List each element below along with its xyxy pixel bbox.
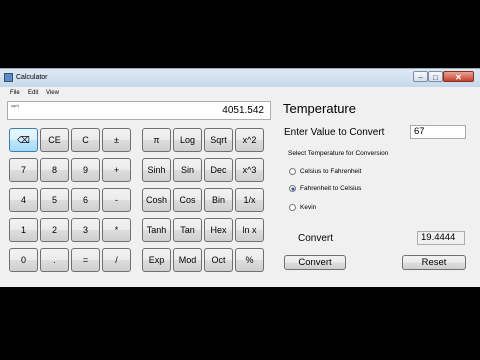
key-sqrt-button[interactable]: Sqrt bbox=[204, 128, 233, 152]
menu-edit[interactable]: Edit bbox=[28, 90, 38, 96]
option-kevin-label: Kevin bbox=[300, 204, 317, 211]
key-4-button[interactable]: 4 bbox=[9, 188, 38, 212]
key-natural-log-button[interactable]: ln x bbox=[235, 218, 264, 242]
key-cube-button[interactable]: x^3 bbox=[235, 158, 264, 182]
key-log-button[interactable]: Log bbox=[173, 128, 202, 152]
menu-view[interactable]: View bbox=[46, 90, 59, 96]
maximize-icon: □ bbox=[433, 73, 438, 82]
select-temperature-label: Select Temperature for Conversion bbox=[288, 150, 389, 157]
key-0-button[interactable]: 0 bbox=[9, 248, 38, 272]
calculator-window: Calculator – □ ✕ File Edit View sqrt( 40… bbox=[0, 68, 480, 287]
reset-button[interactable]: Reset bbox=[402, 255, 466, 270]
key-pi-button[interactable]: π bbox=[142, 128, 171, 152]
value-input[interactable]: 67 bbox=[410, 125, 466, 139]
close-button[interactable]: ✕ bbox=[443, 71, 474, 82]
key-exp-button[interactable]: Exp bbox=[142, 248, 171, 272]
menu-file[interactable]: File bbox=[10, 90, 20, 96]
key-1-button[interactable]: 1 bbox=[9, 218, 38, 242]
key-oct-button[interactable]: Oct bbox=[204, 248, 233, 272]
close-icon: ✕ bbox=[455, 73, 462, 82]
key-7-button[interactable]: 7 bbox=[9, 158, 38, 182]
key-backspace-button[interactable]: ⌫ bbox=[9, 128, 38, 152]
key-equals-button[interactable]: = bbox=[71, 248, 100, 272]
key-divide-button[interactable]: / bbox=[102, 248, 131, 272]
enter-value-label: Enter Value to Convert bbox=[284, 127, 385, 138]
key-hex-button[interactable]: Hex bbox=[204, 218, 233, 242]
key-8-button[interactable]: 8 bbox=[40, 158, 69, 182]
key-clear-entry-button[interactable]: CE bbox=[40, 128, 69, 152]
result-text: 4051.542 bbox=[222, 105, 264, 116]
key-cos-button[interactable]: Cos bbox=[173, 188, 202, 212]
key-tan-button[interactable]: Tan bbox=[173, 218, 202, 242]
minimize-button[interactable]: – bbox=[413, 71, 428, 82]
key-plus-minus-button[interactable]: ± bbox=[102, 128, 131, 152]
convert-button[interactable]: Convert bbox=[284, 255, 346, 270]
option-fahrenheit-to-celsius-label: Fahrenheit to Celsius bbox=[300, 185, 362, 192]
radio-kevin[interactable] bbox=[289, 204, 296, 211]
key-plus-button[interactable]: + bbox=[102, 158, 131, 182]
key-square-button[interactable]: x^2 bbox=[235, 128, 264, 152]
key-multiply-button[interactable]: * bbox=[102, 218, 131, 242]
key-bin-button[interactable]: Bin bbox=[204, 188, 233, 212]
calculator-app-icon bbox=[4, 73, 13, 82]
key-5-button[interactable]: 5 bbox=[40, 188, 69, 212]
key-3-button[interactable]: 3 bbox=[71, 218, 100, 242]
radio-celsius-to-fahrenheit[interactable] bbox=[289, 168, 296, 175]
convert-result-field: 19.4444 bbox=[417, 231, 465, 245]
key-dec-button[interactable]: Dec bbox=[204, 158, 233, 182]
maximize-button[interactable]: □ bbox=[428, 71, 443, 82]
key-2-button[interactable]: 2 bbox=[40, 218, 69, 242]
convert-result-label: Convert bbox=[298, 233, 334, 244]
menu-bar: File Edit View bbox=[0, 87, 480, 99]
key-sinh-button[interactable]: Sinh bbox=[142, 158, 171, 182]
key-cosh-button[interactable]: Cosh bbox=[142, 188, 171, 212]
radio-fahrenheit-to-celsius[interactable] bbox=[289, 185, 296, 192]
key-reciprocal-button[interactable]: 1/x bbox=[235, 188, 264, 212]
key-decimal-point-button[interactable]: . bbox=[40, 248, 69, 272]
key-clear-button[interactable]: C bbox=[71, 128, 100, 152]
key-mod-button[interactable]: Mod bbox=[173, 248, 202, 272]
window-title: Calculator bbox=[16, 74, 48, 81]
calculator-display[interactable]: sqrt( 4051.542 bbox=[7, 101, 271, 120]
expression-text: sqrt( bbox=[11, 103, 19, 108]
key-9-button[interactable]: 9 bbox=[71, 158, 100, 182]
option-celsius-to-fahrenheit-label: Celsius to Fahrenheit bbox=[300, 168, 362, 175]
key-percent-button[interactable]: % bbox=[235, 248, 264, 272]
key-tanh-button[interactable]: Tanh bbox=[142, 218, 171, 242]
key-6-button[interactable]: 6 bbox=[71, 188, 100, 212]
key-minus-button[interactable]: - bbox=[102, 188, 131, 212]
key-sin-button[interactable]: Sin bbox=[173, 158, 202, 182]
title-bar: Calculator – □ ✕ bbox=[0, 69, 480, 87]
converter-heading: Temperature bbox=[283, 101, 356, 116]
minimize-icon: – bbox=[418, 73, 423, 82]
